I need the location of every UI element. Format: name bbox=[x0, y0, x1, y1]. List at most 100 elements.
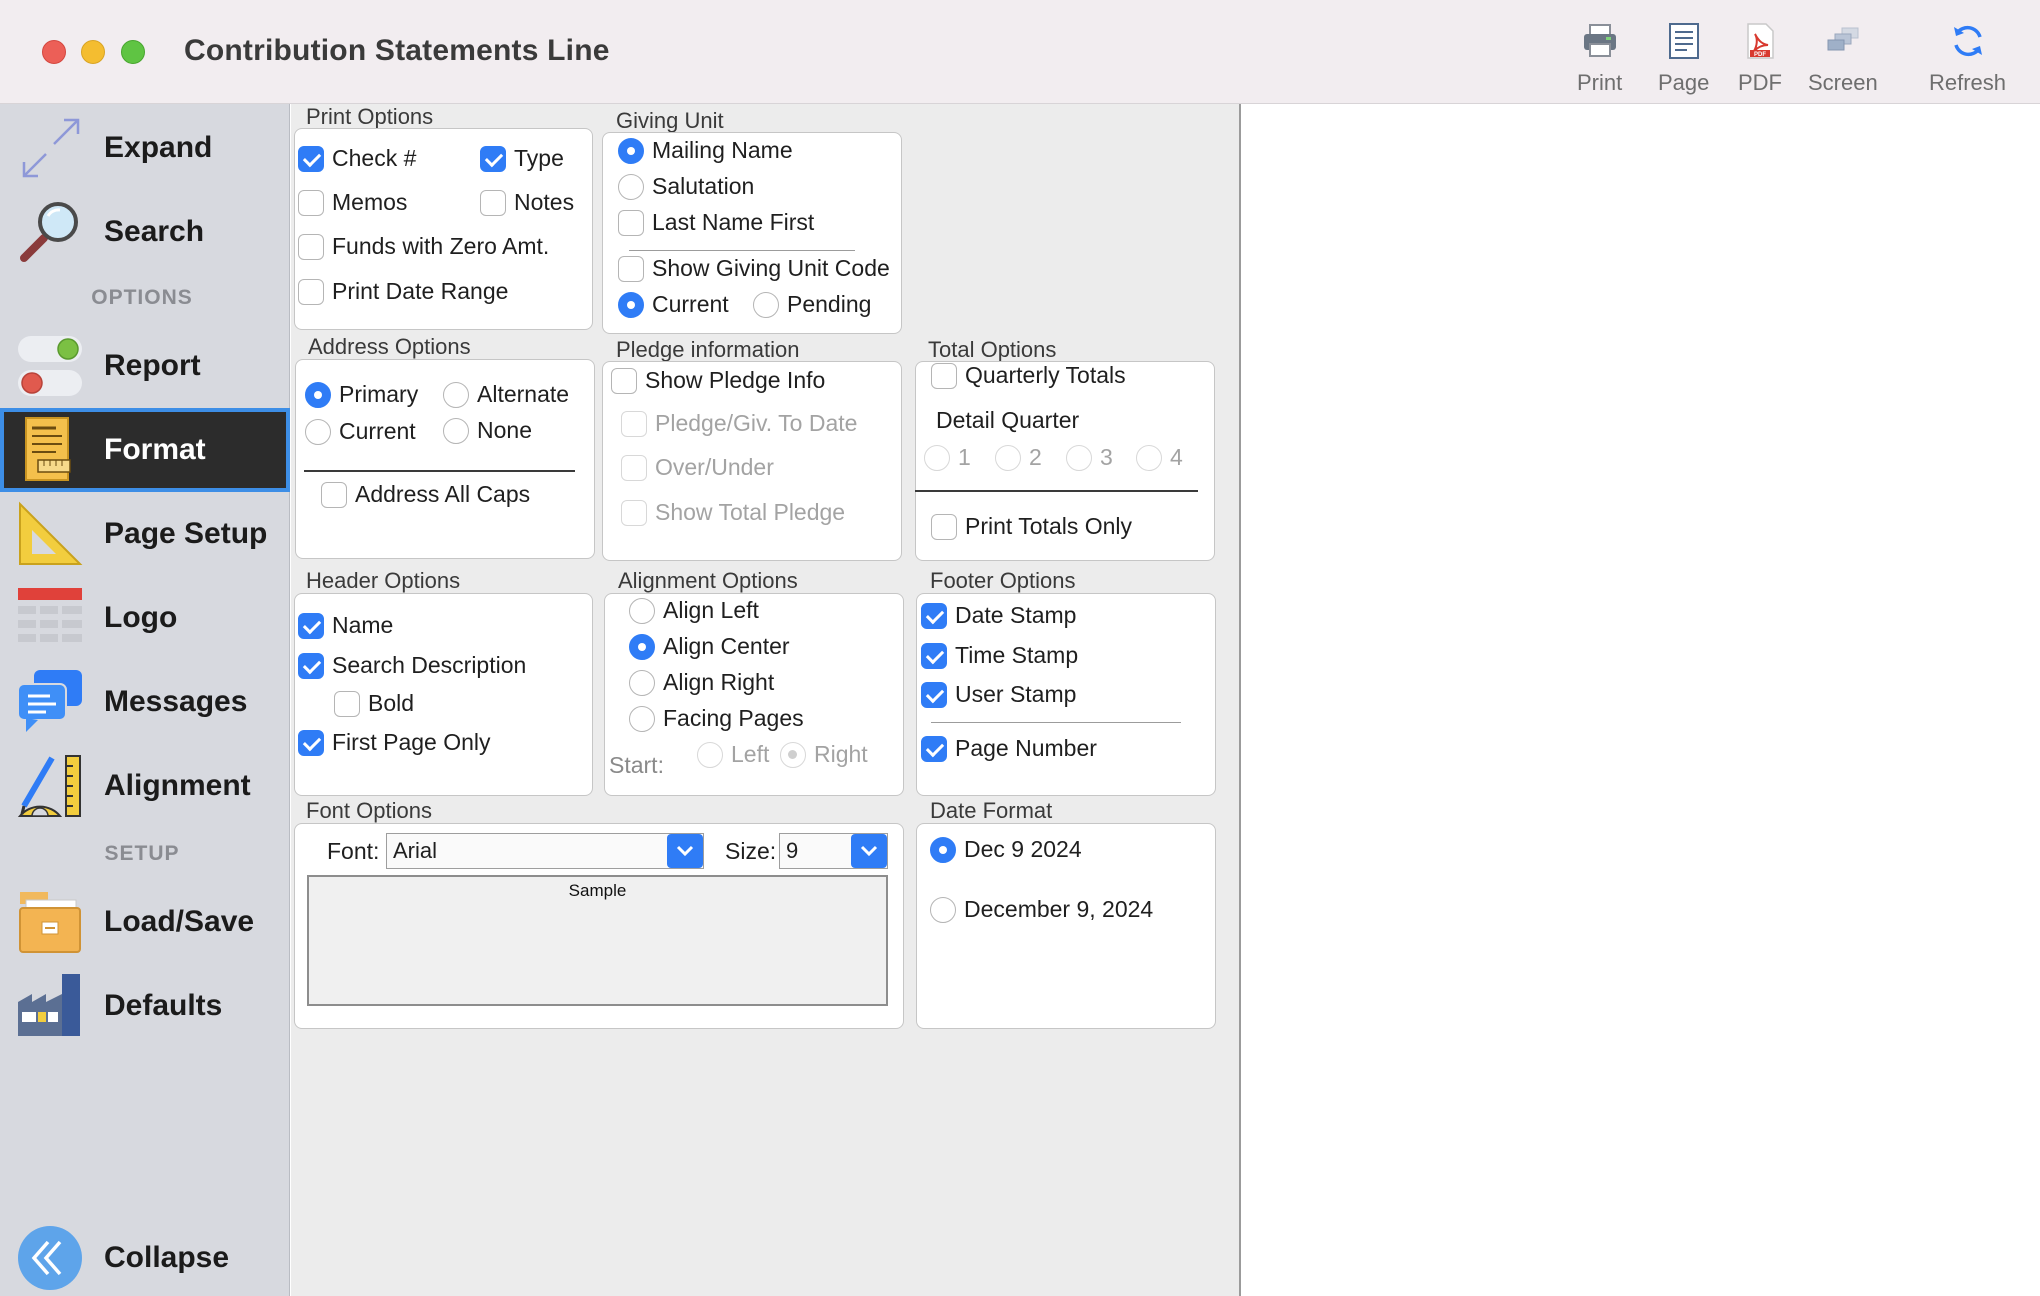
minimize-window-button[interactable] bbox=[81, 40, 105, 64]
print-totals-only-checkbox[interactable]: Print Totals Only bbox=[931, 513, 1132, 540]
sidebar-item-label: Expand bbox=[104, 131, 213, 164]
zoom-window-button[interactable] bbox=[121, 40, 145, 64]
sidebar: Expand Search OPTIONS Report Format Page… bbox=[0, 104, 290, 1296]
factory-icon bbox=[18, 974, 80, 1036]
screen-icon bbox=[1827, 27, 1859, 51]
sidebar-item-label: Page Setup bbox=[104, 517, 268, 550]
salutation-radio[interactable]: Salutation bbox=[618, 173, 754, 200]
date-stamp-checkbox[interactable]: Date Stamp bbox=[921, 602, 1076, 629]
align-right-radio[interactable]: Align Right bbox=[629, 669, 774, 696]
page-number-checkbox[interactable]: Page Number bbox=[921, 735, 1097, 762]
type-checkbox[interactable]: Type bbox=[480, 145, 564, 172]
chat-bubbles-icon bbox=[17, 670, 82, 732]
date-format-short-radio[interactable]: Dec 9 2024 bbox=[930, 836, 1082, 863]
font-sample-label: Sample bbox=[568, 881, 627, 900]
sidebar-item-expand[interactable]: Expand bbox=[0, 106, 290, 190]
sidebar-item-defaults[interactable]: Defaults bbox=[0, 964, 290, 1048]
sidebar-item-label: Collapse bbox=[104, 1241, 230, 1274]
sidebar-item-search[interactable]: Search bbox=[0, 190, 290, 274]
show-giving-unit-code-checkbox[interactable]: Show Giving Unit Code bbox=[618, 255, 890, 282]
font-options-title: Font Options bbox=[306, 798, 432, 823]
align-center-radio[interactable]: Align Center bbox=[629, 633, 790, 660]
quarter-2-radio[interactable]: 2 bbox=[995, 444, 1042, 471]
pledge-info-title: Pledge information bbox=[616, 337, 800, 362]
print-date-range-checkbox[interactable]: Print Date Range bbox=[298, 278, 508, 305]
font-select[interactable]: Arial bbox=[386, 833, 704, 869]
quarter-1-radio[interactable]: 1 bbox=[924, 444, 971, 471]
align-left-radio[interactable]: Align Left bbox=[629, 597, 759, 624]
total-options-divider bbox=[915, 490, 1198, 492]
size-select-value: 9 bbox=[786, 838, 799, 863]
double-chevron-left-icon bbox=[18, 1226, 82, 1290]
facing-pages-radio[interactable]: Facing Pages bbox=[629, 705, 804, 732]
sidebar-item-load-save[interactable]: Load/Save bbox=[0, 880, 290, 964]
address-all-caps-checkbox[interactable]: Address All Caps bbox=[321, 481, 530, 508]
pdf-button[interactable]: PDF PDF bbox=[1738, 22, 1782, 96]
quarterly-totals-checkbox[interactable]: Quarterly Totals bbox=[931, 362, 1126, 389]
alignment-options-box: Align Left Align Center Align Right Faci… bbox=[604, 593, 904, 796]
user-stamp-checkbox[interactable]: User Stamp bbox=[921, 681, 1076, 708]
total-options-box: Quarterly Totals Detail Quarter 1 2 3 4 … bbox=[915, 361, 1215, 561]
start-left-radio[interactable]: Left bbox=[697, 741, 769, 768]
sidebar-item-format[interactable]: Format bbox=[0, 408, 290, 492]
sidebar-item-logo[interactable]: Logo bbox=[0, 576, 290, 660]
address-options-box: Primary Alternate Current None Address A… bbox=[295, 359, 595, 559]
sidebar-item-page-setup[interactable]: Page Setup bbox=[0, 492, 290, 576]
sidebar-item-collapse[interactable]: Collapse bbox=[0, 1216, 290, 1296]
sidebar-item-label: Report bbox=[104, 349, 201, 382]
format-options-panel: Print Options Check # Type Memos Notes F… bbox=[291, 104, 1241, 1296]
date-format-long-radio[interactable]: December 9, 2024 bbox=[930, 896, 1153, 923]
memos-checkbox[interactable]: Memos bbox=[298, 189, 407, 216]
check-number-checkbox[interactable]: Check # bbox=[298, 145, 416, 172]
address-options-title: Address Options bbox=[308, 334, 471, 359]
footer-options-box: Date Stamp Time Stamp User Stamp Page Nu… bbox=[916, 593, 1216, 796]
last-name-first-checkbox[interactable]: Last Name First bbox=[618, 209, 814, 236]
page-button[interactable]: Page bbox=[1658, 22, 1709, 96]
funds-zero-checkbox[interactable]: Funds with Zero Amt. bbox=[298, 233, 549, 260]
search-description-checkbox[interactable]: Search Description bbox=[298, 652, 526, 679]
sidebar-item-report[interactable]: Report bbox=[0, 324, 290, 408]
current-unit-radio[interactable]: Current bbox=[618, 291, 729, 318]
header-name-checkbox[interactable]: Name bbox=[298, 612, 393, 639]
notes-checkbox[interactable]: Notes bbox=[480, 189, 574, 216]
window-title: Contribution Statements Line bbox=[184, 34, 610, 67]
font-sample-box: Sample bbox=[307, 875, 888, 1006]
close-window-button[interactable] bbox=[42, 40, 66, 64]
bold-checkbox[interactable]: Bold bbox=[334, 690, 414, 717]
sidebar-item-label: Load/Save bbox=[104, 905, 255, 938]
refresh-button[interactable]: Refresh bbox=[1929, 22, 2006, 96]
quarter-4-radio[interactable]: 4 bbox=[1136, 444, 1183, 471]
pdf-badge-text: PDF bbox=[1754, 52, 1766, 58]
print-button[interactable]: Print bbox=[1577, 22, 1622, 96]
print-label: Print bbox=[1577, 70, 1623, 95]
address-divider bbox=[304, 470, 575, 472]
size-select[interactable]: 9 bbox=[779, 833, 888, 869]
giving-unit-box: Mailing Name Salutation Last Name First … bbox=[602, 132, 902, 334]
toggle-switches-icon bbox=[18, 336, 82, 396]
quarter-3-radio[interactable]: 3 bbox=[1066, 444, 1113, 471]
show-total-pledge-checkbox[interactable]: Show Total Pledge bbox=[621, 499, 845, 526]
footer-divider bbox=[931, 722, 1181, 723]
mailing-name-radio[interactable]: Mailing Name bbox=[618, 137, 793, 164]
pending-unit-radio[interactable]: Pending bbox=[753, 291, 871, 318]
primary-address-radio[interactable]: Primary bbox=[305, 381, 418, 408]
sidebar-item-messages[interactable]: Messages bbox=[0, 660, 290, 744]
sidebar-item-alignment[interactable]: Alignment bbox=[0, 744, 290, 828]
first-page-only-checkbox[interactable]: First Page Only bbox=[298, 729, 491, 756]
expand-icon bbox=[22, 118, 80, 178]
over-under-checkbox[interactable]: Over/Under bbox=[621, 454, 774, 481]
screen-button[interactable]: Screen bbox=[1808, 22, 1878, 96]
start-right-radio[interactable]: Right bbox=[780, 741, 868, 768]
detail-quarter-label: Detail Quarter bbox=[936, 407, 1080, 433]
current-address-radio[interactable]: Current bbox=[305, 418, 416, 445]
set-square-icon bbox=[19, 501, 83, 565]
show-pledge-info-checkbox[interactable]: Show Pledge Info bbox=[611, 367, 825, 394]
time-stamp-checkbox[interactable]: Time Stamp bbox=[921, 642, 1078, 669]
alignment-options-title: Alignment Options bbox=[618, 568, 798, 593]
date-format-box: Dec 9 2024 December 9, 2024 bbox=[916, 823, 1216, 1029]
font-label: Font: bbox=[327, 838, 380, 864]
none-address-radio[interactable]: None bbox=[443, 417, 532, 444]
date-format-title: Date Format bbox=[930, 798, 1053, 823]
pledge-to-date-checkbox[interactable]: Pledge/Giv. To Date bbox=[621, 410, 857, 437]
alternate-address-radio[interactable]: Alternate bbox=[443, 381, 569, 408]
